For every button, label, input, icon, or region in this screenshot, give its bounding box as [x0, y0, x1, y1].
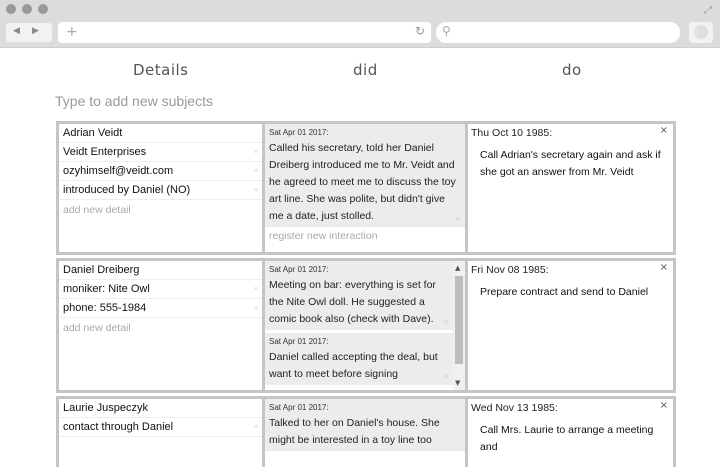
- subject-card: Daniel Dreiberg moniker: Nite Owl × phone…: [56, 258, 676, 393]
- close-window-dot[interactable]: [6, 4, 16, 14]
- remove-detail-icon[interactable]: ×: [254, 143, 258, 162]
- interaction-entry[interactable]: Sat Apr 01 2017: Meeting on bar: everyth…: [265, 261, 454, 330]
- interactions-panel: Sat Apr 01 2017: Meeting on bar: everyth…: [265, 261, 466, 390]
- close-todo-icon[interactable]: ×: [660, 262, 668, 273]
- browser-toolbar: ⤢ ◀ ▶ + ↻ ⚲: [0, 0, 720, 48]
- interaction-entry[interactable]: Sat Apr 01 2017: Talked to her on Daniel…: [265, 399, 466, 451]
- scroll-down-icon[interactable]: ▼: [455, 379, 460, 387]
- detail-item[interactable]: Daniel Dreiberg: [59, 261, 262, 280]
- details-panel: Laurie Juspeczyk contact through Daniel ×: [59, 399, 262, 467]
- interaction-date: Sat Apr 01 2017:: [269, 265, 329, 274]
- interactions-panel: Sat Apr 01 2017: Talked to her on Daniel…: [265, 399, 466, 467]
- remove-detail-icon[interactable]: ×: [254, 181, 258, 200]
- add-subject-input[interactable]: Type to add new subjects: [55, 93, 213, 109]
- remove-interaction-icon[interactable]: ×: [443, 318, 449, 326]
- interactions-panel: Sat Apr 01 2017: Called his secretary, t…: [265, 124, 466, 252]
- remove-detail-icon[interactable]: ×: [254, 299, 258, 318]
- nav-buttons: ◀ ▶: [6, 23, 52, 42]
- column-header-did: did: [353, 61, 378, 79]
- detail-item[interactable]: Adrian Veidt: [59, 124, 262, 143]
- zoom-window-dot[interactable]: [38, 4, 48, 14]
- details-panel: Adrian Veidt Veidt Enterprises × ozyhimse…: [59, 124, 262, 252]
- remove-interaction-icon[interactable]: ×: [455, 215, 461, 223]
- interaction-date: Sat Apr 01 2017:: [269, 337, 329, 346]
- address-bar[interactable]: + ↻: [58, 22, 431, 43]
- search-bar[interactable]: ⚲: [436, 22, 680, 43]
- column-header-do: do: [562, 61, 582, 79]
- interaction-text: Talked to her on Daniel's house. She mig…: [269, 417, 440, 446]
- remove-detail-icon[interactable]: ×: [254, 418, 258, 437]
- toolbar-button[interactable]: [689, 22, 713, 43]
- reload-icon[interactable]: ↻: [415, 24, 425, 38]
- minimize-window-dot[interactable]: [22, 4, 32, 14]
- interaction-text: Meeting on bar: everything is set for th…: [269, 279, 436, 325]
- new-tab-icon[interactable]: +: [66, 24, 78, 40]
- interaction-text: Daniel called accepting the deal, but wa…: [269, 351, 438, 380]
- add-detail-input[interactable]: add new detail: [59, 204, 262, 216]
- subject-card: Laurie Juspeczyk contact through Daniel ×…: [56, 396, 676, 467]
- todo-panel: Thu Oct 10 1985: × Call Adrian's secreta…: [468, 124, 673, 252]
- todo-text[interactable]: Call Adrian's secretary again and ask if…: [468, 141, 673, 181]
- search-icon: ⚲: [442, 24, 451, 38]
- expand-icon[interactable]: ⤢: [704, 5, 712, 16]
- add-detail-input[interactable]: add new detail: [59, 322, 262, 334]
- todo-date: Fri Nov 08 1985:: [471, 264, 549, 276]
- remove-detail-icon[interactable]: ×: [254, 280, 258, 299]
- detail-item[interactable]: contact through Daniel ×: [59, 418, 262, 437]
- subject-card: Adrian Veidt Veidt Enterprises × ozyhimse…: [56, 121, 676, 255]
- scrollbar-thumb[interactable]: [455, 276, 464, 364]
- remove-detail-icon[interactable]: ×: [254, 162, 258, 181]
- interaction-entry[interactable]: Sat Apr 01 2017: Daniel called accepting…: [265, 333, 454, 385]
- column-header-details: Details: [133, 61, 189, 79]
- todo-date: Wed Nov 13 1985:: [471, 402, 558, 414]
- todo-panel: Fri Nov 08 1985: × Prepare contract and …: [468, 261, 673, 390]
- circle-icon: [694, 25, 708, 39]
- remove-interaction-icon[interactable]: ×: [443, 373, 449, 381]
- detail-item[interactable]: introduced by Daniel (NO) ×: [59, 181, 262, 200]
- interaction-date: Sat Apr 01 2017:: [269, 128, 329, 137]
- detail-item[interactable]: moniker: Nite Owl ×: [59, 280, 262, 299]
- interaction-entry[interactable]: Sat Apr 01 2017: Called his secretary, t…: [265, 124, 466, 227]
- details-panel: Daniel Dreiberg moniker: Nite Owl × phone…: [59, 261, 262, 390]
- detail-item[interactable]: Veidt Enterprises ×: [59, 143, 262, 162]
- forward-icon[interactable]: ▶: [32, 26, 39, 36]
- interaction-text: Called his secretary, told her Daniel Dr…: [269, 142, 456, 222]
- interaction-date: Sat Apr 01 2017:: [269, 403, 329, 412]
- todo-date: Thu Oct 10 1985:: [471, 127, 553, 139]
- scroll-up-icon[interactable]: ▲: [455, 264, 460, 272]
- detail-item[interactable]: phone: 555-1984 ×: [59, 299, 262, 318]
- todo-text[interactable]: Call Mrs. Laurie to arrange a meeting an…: [468, 416, 673, 456]
- close-todo-icon[interactable]: ×: [660, 125, 668, 136]
- back-icon[interactable]: ◀: [13, 26, 20, 36]
- todo-panel: Wed Nov 13 1985: × Call Mrs. Laurie to a…: [468, 399, 673, 467]
- todo-text[interactable]: Prepare contract and send to Daniel: [468, 278, 673, 301]
- register-interaction-input[interactable]: register new interaction: [265, 230, 465, 242]
- close-todo-icon[interactable]: ×: [660, 400, 668, 411]
- interactions-scrollbar[interactable]: ▲ ▼: [453, 261, 466, 390]
- detail-item[interactable]: Laurie Juspeczyk: [59, 399, 262, 418]
- detail-item[interactable]: ozyhimself@veidt.com ×: [59, 162, 262, 181]
